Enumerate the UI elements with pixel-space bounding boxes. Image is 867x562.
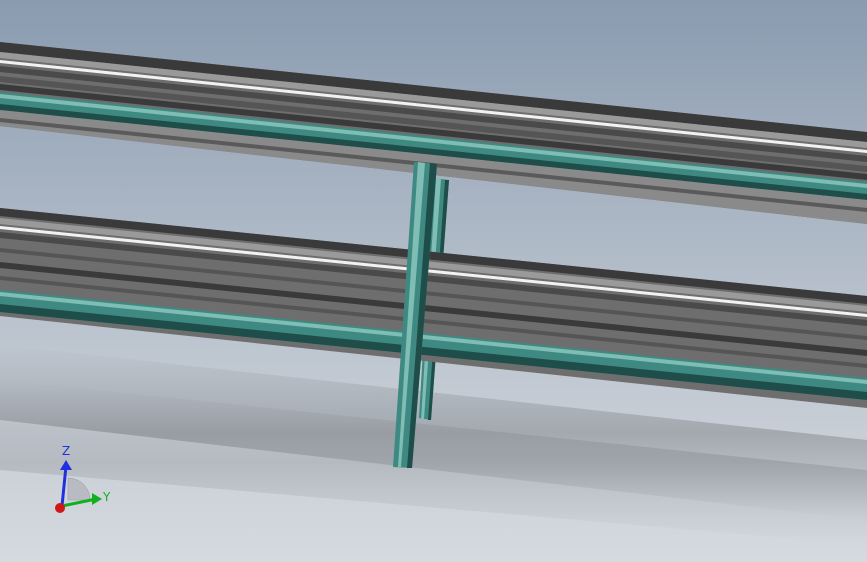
x-axis-marker (55, 503, 65, 513)
model-viewport[interactable]: Z Y (0, 0, 867, 562)
triad-z-label: Z (62, 444, 71, 458)
triad-y-label: Y (103, 490, 111, 504)
3d-scene[interactable] (0, 0, 867, 562)
